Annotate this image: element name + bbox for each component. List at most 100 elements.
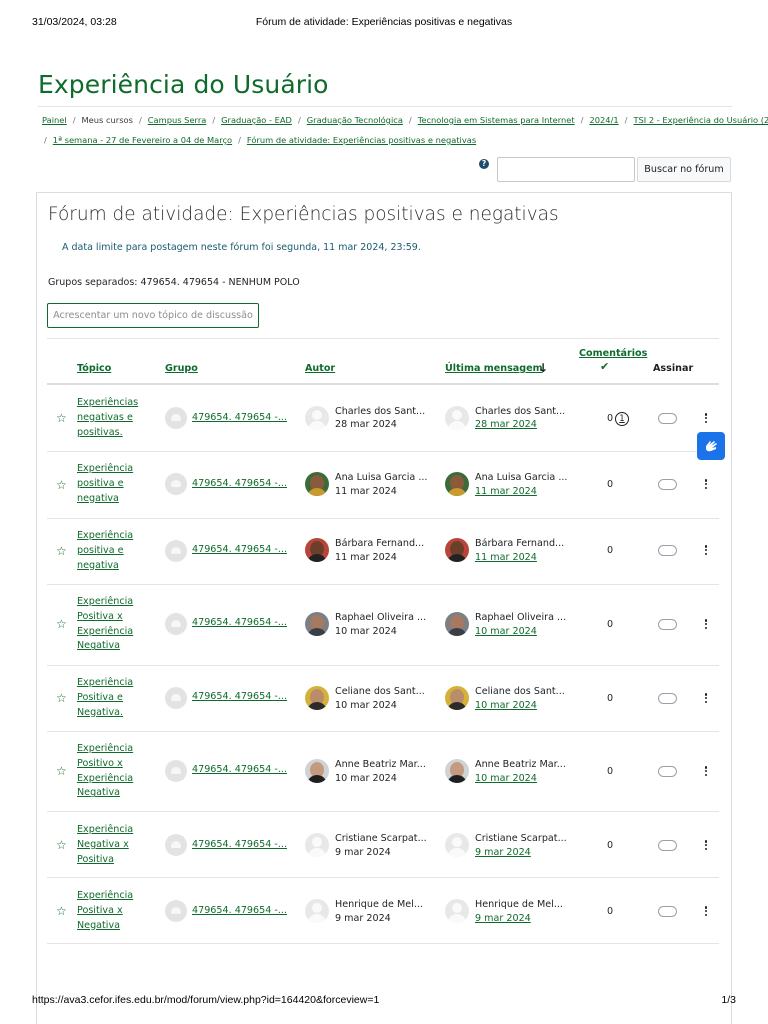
last-post-date-link[interactable]: 10 mar 2024 (475, 700, 537, 711)
topic-line[interactable]: Positiva x (77, 905, 123, 916)
last-post-date-link[interactable]: 11 mar 2024 (475, 552, 537, 563)
topic-line[interactable]: Positiva (77, 854, 114, 865)
group-link[interactable]: 479654. 479654 -... (192, 839, 287, 850)
kebab-menu-icon[interactable] (703, 479, 709, 491)
star-outline-icon[interactable]: ☆ (56, 412, 67, 424)
last-post-date-link[interactable]: 9 mar 2024 (475, 913, 531, 924)
topic-line[interactable]: Negativa (77, 920, 120, 931)
accessibility-widget-button[interactable] (697, 432, 725, 460)
topic-line[interactable]: Experiência (77, 890, 133, 901)
topic-line[interactable]: positiva e (77, 545, 124, 556)
unread-count-badge[interactable]: 1 (615, 412, 629, 426)
breadcrumb-item-graduacao-tecnologica[interactable]: Graduação Tecnológica (307, 115, 403, 125)
kebab-menu-icon[interactable] (703, 906, 709, 918)
forum-search-input[interactable] (497, 157, 635, 182)
subscribe-toggle[interactable] (658, 545, 677, 556)
column-header-subscribe: Assinar (653, 363, 694, 374)
topic-line[interactable]: Positiva e (77, 692, 123, 703)
breadcrumb-item-course[interactable]: TSI 2 - Experiência do Usuário (2024/1) (633, 115, 768, 125)
column-header-last-post[interactable]: Última mensagem (445, 363, 543, 374)
subscribe-toggle[interactable] (658, 906, 677, 917)
subscribe-toggle[interactable] (658, 693, 677, 704)
breadcrumb-item-week[interactable]: 1ª semana - 27 de Fevereiro a 04 de Març… (53, 135, 232, 145)
topic-link[interactable]: Experiência positiva e negativa (77, 462, 147, 506)
group-link[interactable]: 479654. 479654 -... (192, 412, 287, 423)
topic-line[interactable]: Positiva x (77, 611, 123, 622)
group-link[interactable]: 479654. 479654 -... (192, 617, 287, 628)
kebab-menu-icon[interactable] (703, 619, 709, 631)
last-post-date-link[interactable]: 11 mar 2024 (475, 486, 537, 497)
subscribe-toggle[interactable] (658, 619, 677, 630)
topic-line[interactable]: Experiências (77, 397, 138, 408)
star-outline-icon[interactable]: ☆ (56, 839, 67, 851)
add-discussion-topic-button[interactable]: Acrescentar um novo tópico de discussão (47, 303, 259, 328)
last-post-date-link[interactable]: 9 mar 2024 (475, 847, 531, 858)
group-link[interactable]: 479654. 479654 -... (192, 764, 287, 775)
group-link[interactable]: 479654. 479654 -... (192, 691, 287, 702)
subscribe-toggle[interactable] (658, 413, 677, 424)
topic-line[interactable]: Negativa x (77, 839, 129, 850)
topic-line[interactable]: negativa (77, 493, 119, 504)
topic-line[interactable]: Experiência (77, 626, 133, 637)
subscribe-toggle[interactable] (658, 840, 677, 851)
breadcrumb-item-painel[interactable]: Painel (42, 115, 67, 125)
topic-link[interactable]: Experiência Positiva e Negativa. (77, 676, 147, 720)
star-outline-icon[interactable]: ☆ (56, 618, 67, 630)
kebab-menu-icon[interactable] (703, 545, 709, 557)
breadcrumb-item-campus[interactable]: Campus Serra (148, 115, 207, 125)
last-post-date-link[interactable]: 10 mar 2024 (475, 773, 537, 784)
subscribe-toggle[interactable] (658, 766, 677, 777)
topic-link[interactable]: Experiência Positiva x Negativa (77, 889, 147, 933)
column-header-replies[interactable]: Comentários (579, 348, 647, 359)
topic-line[interactable]: Experiência (77, 773, 133, 784)
search-forum-button[interactable]: Buscar no fórum (637, 157, 731, 182)
topic-line[interactable]: negativas e (77, 412, 133, 423)
kebab-menu-icon[interactable] (703, 840, 709, 852)
breadcrumb-item-semester[interactable]: 2024/1 (589, 115, 618, 125)
kebab-menu-icon[interactable] (703, 766, 709, 778)
table-row: ☆ Experiência positiva e negativa 479654. … (47, 452, 719, 519)
print-header: 31/03/2024, 03:28 Fórum de atividade: Ex… (32, 16, 736, 30)
topic-line[interactable]: Experiência (77, 596, 133, 607)
topic-link[interactable]: Experiência positiva e negativa (77, 529, 147, 573)
topic-line[interactable]: negativa (77, 560, 119, 571)
print-url: https://ava3.cefor.ifes.edu.br/mod/forum… (32, 994, 380, 1006)
topic-line[interactable]: positivas. (77, 427, 123, 438)
subscribe-toggle[interactable] (658, 479, 677, 490)
help-icon[interactable]: ? (479, 159, 489, 169)
topic-link[interactable]: Experiência Negativa x Positiva (77, 823, 147, 867)
group-link[interactable]: 479654. 479654 -... (192, 478, 287, 489)
breadcrumb-item-forum[interactable]: Fórum de atividade: Experiências positiv… (247, 135, 476, 145)
last-post-date-link[interactable]: 28 mar 2024 (475, 419, 537, 430)
topic-line[interactable]: Positivo x (77, 758, 123, 769)
topic-line[interactable]: Experiência (77, 824, 133, 835)
column-header-author[interactable]: Autor (305, 363, 335, 374)
star-outline-icon[interactable]: ☆ (56, 692, 67, 704)
breadcrumb-item-graduacao-ead[interactable]: Graduação - EAD (221, 115, 292, 125)
group-link[interactable]: 479654. 479654 -... (192, 905, 287, 916)
column-header-group[interactable]: Grupo (165, 363, 198, 374)
last-post-date-link[interactable]: 10 mar 2024 (475, 626, 537, 637)
star-outline-icon[interactable]: ☆ (56, 765, 67, 777)
topic-line[interactable]: Experiência (77, 743, 133, 754)
group-link[interactable]: 479654. 479654 -... (192, 544, 287, 555)
topic-line[interactable]: Negativa. (77, 707, 123, 718)
star-outline-icon[interactable]: ☆ (56, 479, 67, 491)
column-header-topic[interactable]: Tópico (77, 363, 111, 374)
topic-line[interactable]: Negativa (77, 787, 120, 798)
course-title[interactable]: Experiência do Usuário (38, 70, 329, 99)
kebab-menu-icon[interactable] (703, 693, 709, 705)
topic-line[interactable]: Experiência (77, 463, 133, 474)
star-outline-icon[interactable]: ☆ (56, 545, 67, 557)
topic-line[interactable]: Experiência (77, 530, 133, 541)
topic-line[interactable]: Experiência (77, 677, 133, 688)
breadcrumb-item-tecnologia[interactable]: Tecnologia em Sistemas para Internet (418, 115, 575, 125)
topic-line[interactable]: positiva e (77, 478, 124, 489)
topic-link[interactable]: Experiência Positivo x Experiência Negativa (77, 742, 147, 801)
kebab-menu-icon[interactable] (703, 413, 709, 425)
author-name: Cristiane Scarpat... (335, 833, 427, 844)
topic-link[interactable]: Experiência Positiva x Experiência Negativa (77, 595, 147, 654)
topic-line[interactable]: Negativa (77, 640, 120, 651)
star-outline-icon[interactable]: ☆ (56, 905, 67, 917)
topic-link[interactable]: Experiências negativas e positivas. (77, 396, 147, 440)
